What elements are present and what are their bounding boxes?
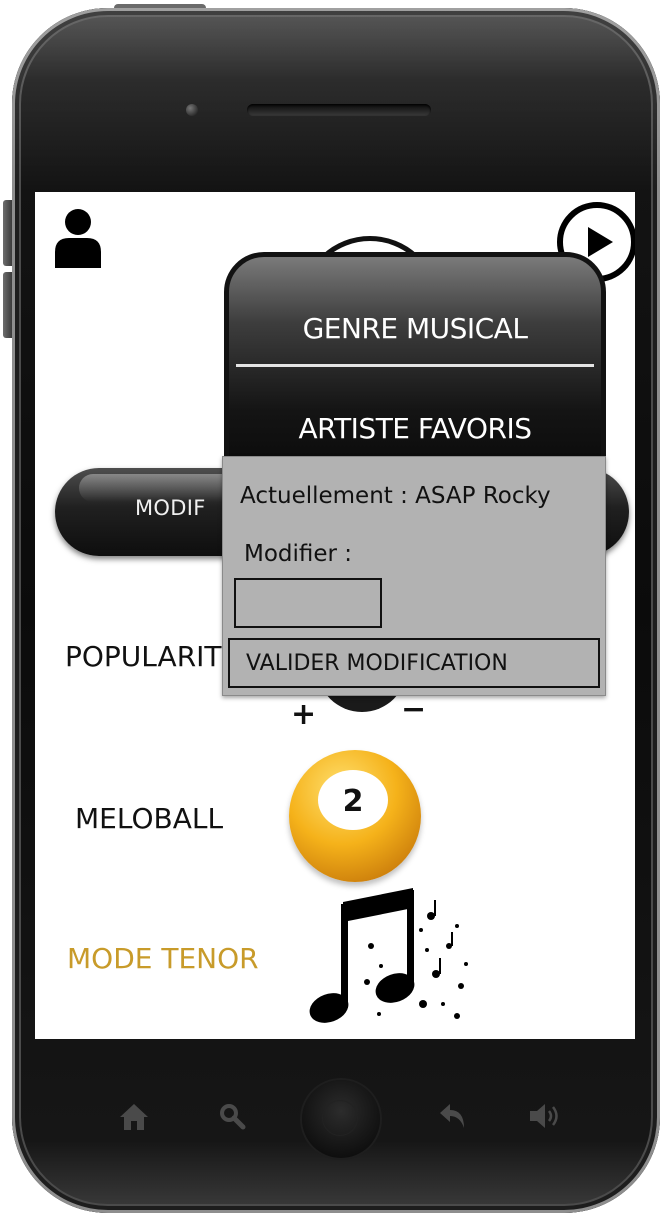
menu-item-genre[interactable]: GENRE MUSICAL (224, 312, 606, 345)
meloball-count: 2 (342, 784, 364, 819)
back-icon[interactable] (438, 1102, 468, 1130)
artist-input[interactable] (234, 578, 382, 628)
earpiece-speaker (247, 104, 431, 116)
search-icon[interactable] (218, 1102, 246, 1130)
popularity-minus-button[interactable]: − (401, 692, 426, 727)
popularity-plus-button[interactable]: + (291, 697, 316, 732)
tenor-mode-label[interactable]: MODE TENOR (67, 942, 259, 975)
front-camera (186, 104, 198, 116)
music-notes-icon[interactable] (271, 886, 471, 1034)
modify-field-label: Modifier : (244, 541, 353, 567)
modify-button-label: MODIF (135, 496, 206, 520)
profile-menu (224, 252, 606, 482)
user-icon[interactable] (53, 206, 103, 268)
menu-item-favorite-artist[interactable]: ARTISTE FAVORIS (224, 412, 606, 445)
meloball-label: MELOBALL (75, 802, 224, 835)
current-artist-text: Actuellement : ASAP Rocky (240, 483, 551, 509)
home-icon[interactable] (118, 1102, 150, 1132)
popularity-label: POPULARIT (65, 640, 222, 673)
menu-divider (236, 364, 594, 367)
validate-modification-button[interactable]: VALIDER MODIFICATION (228, 638, 600, 688)
volume-icon[interactable] (528, 1100, 564, 1132)
